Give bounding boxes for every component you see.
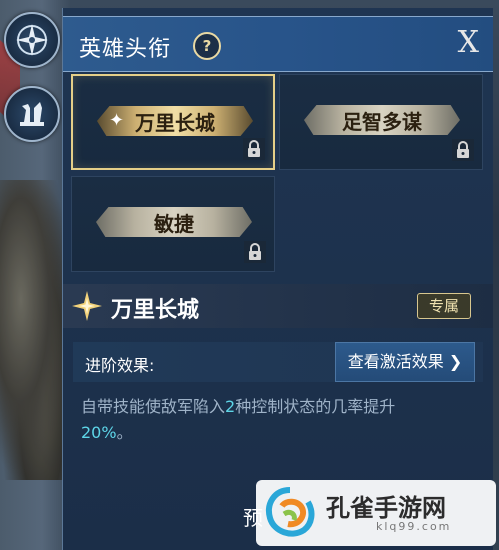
- compass-emblem-icon[interactable]: [4, 12, 60, 68]
- title-badge: 敏捷: [96, 207, 252, 237]
- sparkle-star-icon: [72, 291, 102, 321]
- hero-title-panel: 英雄头衔 ? X ✦ 万里长城 足智多谋 敏捷 万里长城 专属 进阶效果: 查看…: [62, 8, 493, 550]
- advanced-effect-label: 进阶效果:: [85, 356, 155, 375]
- soldiers-decoration: [0, 180, 70, 480]
- chevron-right-icon: ❯: [443, 352, 463, 371]
- effect-description: 自带技能使敌军陷入2种控制状态的几率提升 20%。: [81, 394, 481, 446]
- title-label: 敏捷: [154, 211, 194, 236]
- desc-text: 自带技能使敌军陷入: [81, 397, 226, 416]
- desc-highlight-percent: 20%: [81, 423, 117, 442]
- sparkle-star-icon: ✦: [109, 110, 125, 131]
- page-title: 英雄头衔: [79, 37, 172, 62]
- watermark-logo-icon: [266, 487, 315, 537]
- title-tile-wanlichangcheng[interactable]: ✦ 万里长城: [71, 74, 275, 170]
- title-badge: 足智多谋: [304, 105, 460, 135]
- title-tile-minjie[interactable]: 敏捷: [71, 176, 275, 272]
- view-activation-effect-label: 查看激活效果: [347, 352, 444, 371]
- exclusive-badge: 专属: [417, 293, 471, 319]
- background-scene: [0, 0, 70, 550]
- selected-title-name: 万里长城: [111, 298, 200, 323]
- watermark: 孔雀手游网 klq99.com: [256, 480, 496, 546]
- chess-pieces-icon[interactable]: [4, 86, 60, 142]
- desc-text: 。: [116, 423, 133, 442]
- selected-title-header: 万里长城 专属: [63, 284, 493, 328]
- desc-text: 种控制状态的几率提升: [235, 397, 396, 416]
- title-badge: ✦ 万里长城: [97, 106, 253, 136]
- lock-icon: [244, 241, 266, 263]
- watermark-name: 孔雀手游网: [326, 494, 446, 522]
- desc-highlight-count: 2: [225, 397, 236, 416]
- lock-icon: [243, 138, 265, 160]
- close-button[interactable]: X: [458, 27, 479, 59]
- view-activation-effect-button[interactable]: 查看激活效果 ❯: [335, 342, 475, 382]
- title-grid: ✦ 万里长城 足智多谋 敏捷: [71, 74, 485, 276]
- title-label: 足智多谋: [342, 109, 422, 134]
- panel-header: 英雄头衔 ? X: [63, 16, 493, 72]
- watermark-url: klq99.com: [376, 520, 452, 533]
- lock-icon: [452, 139, 474, 161]
- advanced-effect-row: 进阶效果: 查看激活效果 ❯: [73, 342, 483, 382]
- title-label: 万里长城: [135, 110, 215, 135]
- help-button[interactable]: ?: [193, 32, 221, 60]
- title-tile-zuzhiduomou[interactable]: 足智多谋: [279, 74, 483, 170]
